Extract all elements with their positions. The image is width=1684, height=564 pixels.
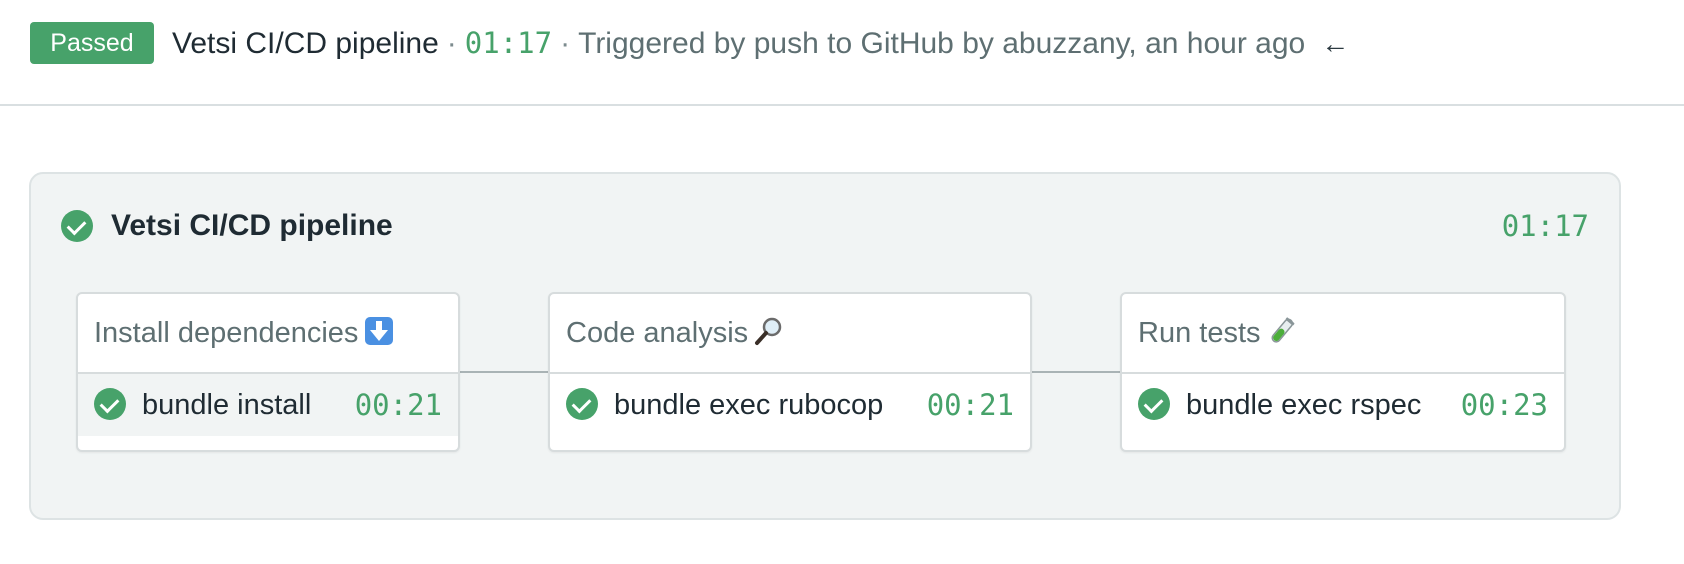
block-header: Install dependencies (78, 294, 458, 374)
job-duration: 00:21 (354, 388, 442, 422)
block-name: Code analysis (566, 317, 749, 349)
down-arrow-emoji-icon (365, 317, 394, 346)
magnifying-glass-emoji-icon (755, 318, 782, 346)
job-duration: 00:23 (1460, 388, 1548, 422)
pipeline-summary: Vetsi CI/CD pipeline · 01:17 · Triggered by … (172, 20, 1349, 66)
job-label: bundle exec rspec (1186, 389, 1422, 421)
pipeline-total-duration: 01:17 (1501, 209, 1589, 243)
block-connector (1030, 371, 1122, 373)
pipeline-title: Vetsi CI/CD pipeline (111, 209, 393, 242)
job-duration: 00:21 (926, 388, 1014, 422)
pipeline-duration: 01:17 (464, 26, 553, 60)
block-name: Run tests (1138, 317, 1261, 349)
job-row[interactable]: bundle install 00:21 (78, 374, 458, 436)
separator: · (446, 27, 457, 60)
block-header: Code analysis (550, 294, 1030, 374)
job-label: bundle install (142, 389, 312, 421)
separator: · (560, 27, 571, 60)
block-name: Install dependencies (94, 317, 359, 349)
success-check-icon (566, 388, 598, 420)
pipeline-panel-header: Vetsi CI/CD pipeline 01:17 (61, 204, 1589, 248)
pipeline-header: Passed Vetsi CI/CD pipeline · 01:17 · Trigge… (0, 0, 1684, 106)
status-badge: Passed (30, 22, 154, 64)
block-code-analysis[interactable]: Code analysis bundle exec rubocop 00:21 (548, 292, 1032, 452)
test-tube-emoji-icon (1270, 317, 1294, 343)
trigger-info: Triggered by push to GitHub by abuzzany,… (578, 27, 1306, 60)
success-check-icon (61, 210, 93, 242)
pipeline-name-link[interactable]: Vetsi CI/CD pipeline (172, 27, 439, 60)
job-row[interactable]: bundle exec rubocop 00:21 (550, 374, 1030, 436)
back-arrow-icon[interactable]: ← (1321, 28, 1349, 59)
block-install-dependencies[interactable]: Install dependencies bundle install 00:2… (76, 292, 460, 452)
block-header: Run tests (1122, 294, 1564, 374)
job-label: bundle exec rubocop (614, 389, 884, 421)
job-row[interactable]: bundle exec rspec 00:23 (1122, 374, 1564, 436)
block-run-tests[interactable]: Run tests bundle exec rspec 00:23 (1120, 292, 1566, 452)
success-check-icon (1138, 388, 1170, 420)
success-check-icon (94, 388, 126, 420)
block-connector (458, 371, 550, 373)
